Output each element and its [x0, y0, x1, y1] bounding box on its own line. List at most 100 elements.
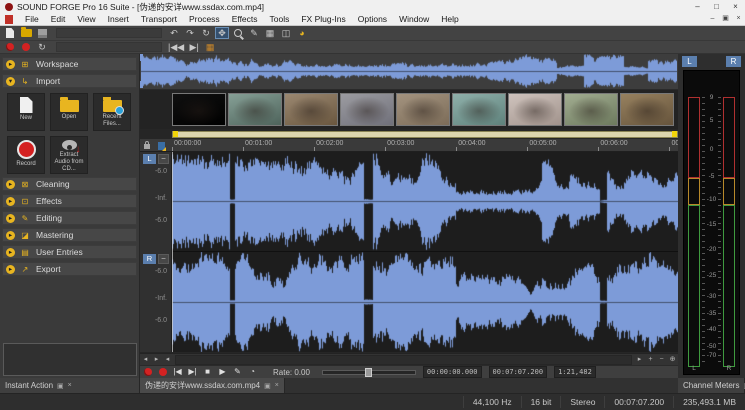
go-to-end-button[interactable]: ▶| [185, 367, 200, 378]
maximize-icon[interactable]: □ [707, 0, 726, 13]
sidebar-section-export[interactable]: ▸↗Export [2, 262, 137, 276]
tab-document[interactable]: 伪递的安详www.ssdax.com.mp4 ▣ × [140, 378, 285, 393]
menu-file[interactable]: File [19, 14, 45, 24]
more-tools-button[interactable]: ◕ [295, 27, 309, 39]
channel-minimize-button[interactable]: − [158, 154, 169, 164]
record-remote-button[interactable] [140, 367, 155, 378]
menu-tools[interactable]: Tools [264, 14, 296, 24]
channel-minimize-button[interactable]: − [158, 254, 169, 264]
video-thumbnail[interactable] [172, 93, 226, 126]
tab-instant-action[interactable]: Instant Action ▣ × [0, 378, 140, 393]
menu-effects[interactable]: Effects [226, 14, 264, 24]
menu-fx-plug-ins[interactable]: FX Plug-Ins [295, 14, 351, 24]
loop-end-handle[interactable] [672, 131, 677, 137]
doc-minimize-icon[interactable]: – [706, 13, 719, 25]
scroll-button[interactable]: ◂ [162, 355, 173, 365]
video-thumbnail[interactable] [284, 93, 338, 126]
scrollbar-track[interactable] [175, 355, 632, 365]
save-button[interactable] [35, 27, 49, 39]
marker-drop-icon[interactable] [158, 142, 165, 150]
lock-icon[interactable] [144, 144, 150, 149]
sidebar-section-import[interactable]: ▾↳Import [2, 74, 137, 88]
sidebar-section-user-entries[interactable]: ▸▤User Entries [2, 245, 137, 259]
playback-cursor[interactable] [172, 152, 173, 352]
meter-left-button[interactable]: L [682, 56, 697, 67]
video-thumbnail[interactable] [564, 93, 618, 126]
scrub-tool-button[interactable]: ✎ [230, 367, 245, 378]
edit-tool-button[interactable]: ✥ [215, 27, 229, 39]
chevron-right-icon[interactable]: ▸ [6, 197, 15, 206]
zoom-button[interactable]: + [645, 355, 656, 365]
menu-options[interactable]: Options [352, 14, 393, 24]
chevron-right-icon[interactable]: ▸ [6, 60, 15, 69]
sidebar-section-editing[interactable]: ▸✎Editing [2, 211, 137, 225]
sidebar-section-mastering[interactable]: ▸◪Mastering [2, 228, 137, 242]
menu-edit[interactable]: Edit [45, 14, 72, 24]
waveform-overview[interactable] [140, 54, 678, 90]
menu-view[interactable]: View [71, 14, 101, 24]
import-tile-new[interactable]: New [7, 93, 45, 131]
record-button[interactable] [155, 367, 170, 378]
go-to-start-button[interactable]: |◀ [170, 367, 185, 378]
menu-process[interactable]: Process [183, 14, 226, 24]
play-button[interactable]: ▶ [215, 367, 230, 378]
video-thumbnail[interactable] [508, 93, 562, 126]
record-remote-button[interactable] [3, 41, 17, 53]
scroll-button[interactable]: ◂ [140, 355, 151, 365]
magnify-tool-button[interactable] [231, 27, 245, 39]
go-to-end-button[interactable]: ▶| [187, 41, 201, 53]
zoom-button[interactable]: ⊕ [667, 355, 678, 365]
chevron-right-icon[interactable]: ▸ [6, 180, 15, 189]
redo-button[interactable]: ↷ [183, 27, 197, 39]
rate-slider[interactable] [322, 370, 416, 375]
video-thumbnail[interactable] [620, 93, 674, 126]
menu-transport[interactable]: Transport [135, 14, 183, 24]
close-icon[interactable]: × [726, 0, 745, 13]
envelope-tool-button[interactable]: ▦ [263, 27, 277, 39]
loop-start-handle[interactable] [173, 131, 178, 137]
event-tool-button[interactable]: ◫ [279, 27, 293, 39]
menu-insert[interactable]: Insert [102, 14, 135, 24]
chevron-right-icon[interactable]: ▸ [6, 248, 15, 257]
minimize-icon[interactable]: – [688, 0, 707, 13]
loop-button[interactable]: ◔ [245, 367, 260, 378]
sidebar-section-cleaning[interactable]: ▸⊠Cleaning [2, 177, 137, 191]
sidebar-section-workspace[interactable]: ▸⊞Workspace [2, 57, 137, 71]
go-to-start-button[interactable]: |◀◀ [167, 41, 185, 53]
rate-slider-thumb[interactable] [365, 368, 372, 377]
chevron-right-icon[interactable]: ▸ [6, 265, 15, 274]
doc-restore-icon[interactable]: ▣ [719, 13, 732, 25]
sidebar-section-effects[interactable]: ▸⊡Effects [2, 194, 137, 208]
import-tile-record[interactable]: Record [7, 136, 45, 174]
snap-button[interactable]: ▦ [203, 41, 217, 53]
right-waveform-canvas[interactable] [172, 252, 678, 352]
video-thumbnail[interactable] [452, 93, 506, 126]
undo-button[interactable]: ↶ [167, 27, 181, 39]
channel-r-button[interactable]: R [143, 254, 156, 264]
time-end-field[interactable]: 00:07:07.200 [489, 366, 548, 378]
menu-window[interactable]: Window [393, 14, 435, 24]
stop-button[interactable]: ■ [200, 367, 215, 378]
import-tile-extract-audio-from-cd-[interactable]: Extract Audio from CD... [50, 136, 88, 174]
video-thumbnail[interactable] [396, 93, 450, 126]
video-thumbnail[interactable] [340, 93, 394, 126]
pencil-tool-button[interactable]: ✎ [247, 27, 261, 39]
chevron-right-icon[interactable]: ▸ [6, 214, 15, 223]
length-field[interactable]: 1:21,482 [554, 366, 596, 378]
import-tile-open[interactable]: Open [50, 93, 88, 131]
float-icon[interactable]: ▣ [57, 382, 64, 390]
record-button[interactable] [19, 41, 33, 53]
chevron-down-icon[interactable]: ▾ [6, 77, 15, 86]
video-thumbnail[interactable] [228, 93, 282, 126]
left-waveform-canvas[interactable] [172, 152, 678, 251]
channel-l-button[interactable]: L [143, 154, 156, 164]
open-file-button[interactable] [19, 27, 33, 39]
zoom-button[interactable]: − [656, 355, 667, 365]
close-tab-icon[interactable]: × [68, 382, 72, 389]
doc-close-icon[interactable]: × [732, 13, 745, 25]
meter-right-button[interactable]: R [726, 56, 741, 67]
repeat-button[interactable]: ↻ [199, 27, 213, 39]
loop-playback-button[interactable]: ↻ [35, 41, 49, 53]
close-tab-icon[interactable]: × [275, 382, 279, 389]
new-file-button[interactable] [3, 27, 17, 39]
